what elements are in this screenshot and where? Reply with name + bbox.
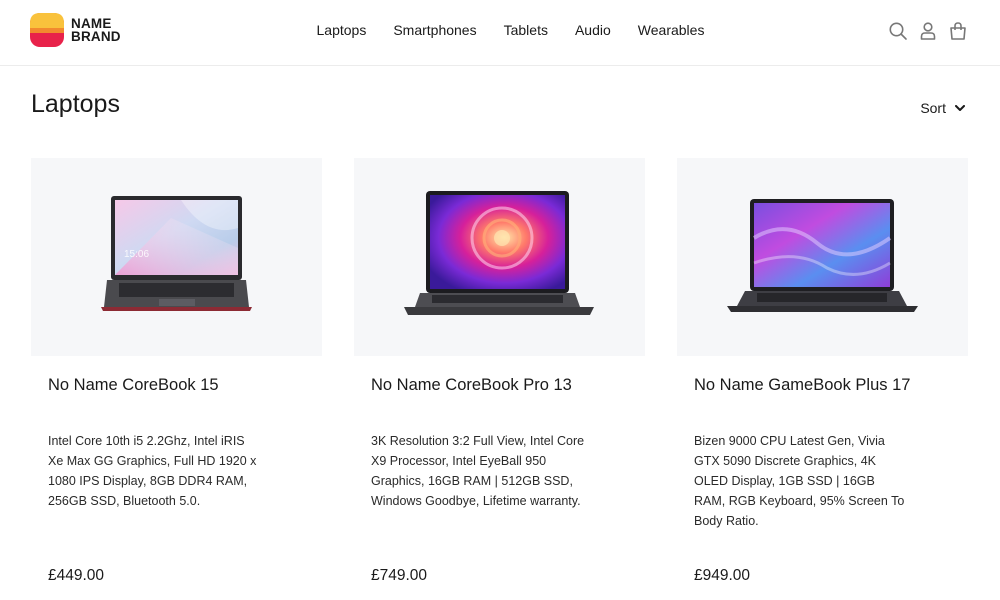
brand-name: NAME BRAND bbox=[71, 17, 121, 44]
product-description: 3K Resolution 3:2 Full View, Intel Core … bbox=[371, 434, 585, 508]
nav-item-tablets[interactable]: Tablets bbox=[504, 22, 548, 38]
product-card[interactable]: 15:06 No Name CoreBook 15 Intel Core 10t… bbox=[31, 158, 322, 584]
product-image[interactable] bbox=[354, 158, 645, 356]
brand-name-line2: BRAND bbox=[71, 29, 121, 44]
sort-label: Sort bbox=[920, 100, 946, 116]
cart-bag-icon[interactable] bbox=[948, 21, 968, 41]
product-price: £749.00 bbox=[371, 567, 428, 584]
nav-item-smartphones[interactable]: Smartphones bbox=[393, 22, 476, 38]
chevron-down-icon bbox=[955, 104, 965, 111]
header-actions bbox=[878, 21, 968, 41]
search-icon[interactable] bbox=[888, 21, 908, 41]
product-price: £449.00 bbox=[48, 567, 105, 584]
product-description: Bizen 9000 CPU Latest Gen, Vivia GTX 509… bbox=[694, 434, 905, 528]
product-name[interactable]: No Name CoreBook 15 bbox=[48, 376, 219, 395]
product-name[interactable]: No Name GameBook Plus 17 bbox=[694, 376, 910, 395]
nav-item-wearables[interactable]: Wearables bbox=[638, 22, 705, 38]
nav-item-laptops[interactable]: Laptops bbox=[317, 22, 367, 38]
site-header: NAME BRAND Laptops Smartphones Tablets A… bbox=[0, 0, 1000, 66]
product-name[interactable]: No Name CoreBook Pro 13 bbox=[371, 376, 572, 395]
account-icon[interactable] bbox=[918, 21, 938, 41]
screen-clock: 15:06 bbox=[124, 249, 149, 260]
laptop-image bbox=[404, 191, 594, 315]
main-nav: Laptops Smartphones Tablets Audio Wearab… bbox=[303, 22, 718, 38]
product-card[interactable]: No Name GameBook Plus 17 Bizen 9000 CPU … bbox=[677, 158, 968, 584]
page-title: Laptops bbox=[31, 90, 120, 118]
nav-item-audio[interactable]: Audio bbox=[575, 22, 611, 38]
brand-logo[interactable]: NAME BRAND bbox=[30, 13, 121, 47]
product-description: Intel Core 10th i5 2.2Ghz, Intel iRIS Xe… bbox=[48, 434, 257, 508]
product-price: £949.00 bbox=[694, 567, 751, 584]
product-image[interactable]: 15:06 bbox=[31, 158, 322, 356]
product-image[interactable] bbox=[677, 158, 968, 356]
laptop-image: 15:06 bbox=[101, 196, 252, 311]
laptop-image bbox=[727, 199, 918, 312]
product-card[interactable]: No Name CoreBook Pro 13 3K Resolution 3:… bbox=[354, 158, 645, 584]
brand-logo-mark bbox=[30, 13, 64, 47]
sort-dropdown[interactable]: Sort bbox=[920, 100, 965, 116]
